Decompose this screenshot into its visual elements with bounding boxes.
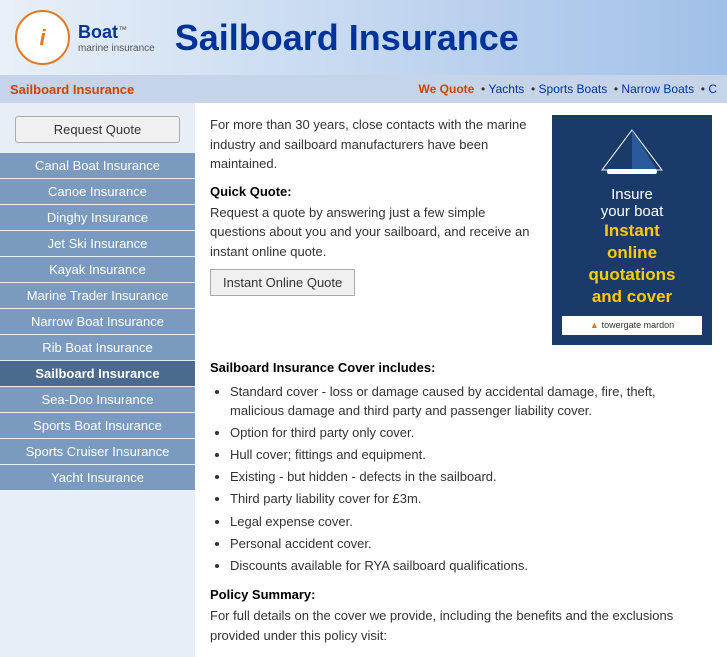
content-inner: For more than 30 years, close contacts w… (210, 115, 712, 345)
sidebar-item-canoe[interactable]: Canoe Insurance (0, 179, 195, 204)
policy-text: For full details on the cover we provide… (210, 606, 712, 645)
logo-tm: ™ (118, 24, 127, 34)
list-item: Discounts available for RYA sailboard qu… (230, 557, 712, 575)
ad-your-boat-text: your boat (562, 203, 702, 220)
request-quote-button[interactable]: Request Quote (15, 116, 181, 143)
sidebar-item-marine-trader[interactable]: Marine Trader Insurance (0, 283, 195, 308)
sidebar-item-sailboard[interactable]: Sailboard Insurance (0, 361, 195, 386)
list-item: Personal accident cover. (230, 535, 712, 553)
list-item: Option for third party only cover. (230, 424, 712, 442)
ad-instant-text: Instant online quotations and cover (562, 220, 702, 308)
sidebar-item-sports-boat[interactable]: Sports Boat Insurance (0, 413, 195, 438)
logo-area[interactable]: i Boat™ marine insurance (15, 10, 155, 65)
list-item: Third party liability cover for £3m. (230, 490, 712, 508)
logo-icon: i (15, 10, 70, 65)
nav-current-page: Sailboard Insurance (10, 82, 134, 97)
ad-brand-text: ▲ towergate mardon (562, 316, 702, 335)
nav-yachts-link[interactable]: Yachts (489, 82, 525, 96)
sidebar-item-kayak[interactable]: Kayak Insurance (0, 257, 195, 282)
policy-section: Policy Summary: For full details on the … (210, 587, 712, 645)
we-quote-label: We Quote (419, 82, 475, 96)
instant-quote-button[interactable]: Instant Online Quote (210, 269, 355, 296)
ad-insure-text: Insure (562, 186, 702, 203)
quick-quote-label: Quick Quote: (210, 184, 537, 199)
sidebar-item-jet-ski[interactable]: Jet Ski Insurance (0, 231, 195, 256)
sidebar-item-sports-cruiser[interactable]: Sports Cruiser Insurance (0, 439, 195, 464)
main-layout: Request Quote Canal Boat Insurance Canoe… (0, 103, 727, 657)
page-title: Sailboard Insurance (175, 17, 519, 59)
sidebar-item-narrow-boat[interactable]: Narrow Boat Insurance (0, 309, 195, 334)
list-item: Existing - but hidden - defects in the s… (230, 468, 712, 486)
boat-graphic (592, 125, 672, 175)
logo-text-group: Boat™ marine insurance (78, 22, 155, 54)
cover-list: Standard cover - loss or damage caused b… (210, 383, 712, 575)
nav-bar: Sailboard Insurance We Quote • Yachts • … (0, 75, 727, 103)
sidebar-item-yacht[interactable]: Yacht Insurance (0, 465, 195, 490)
policy-title: Policy Summary: (210, 587, 712, 602)
content-area: For more than 30 years, close contacts w… (195, 103, 727, 657)
nav-more-link[interactable]: C (708, 82, 717, 96)
intro-paragraph: For more than 30 years, close contacts w… (210, 115, 537, 174)
logo-boat-label: Boat (78, 22, 118, 42)
logo-subtitle: marine insurance (78, 43, 155, 54)
ad-inner: Insure your boat Instant online quotatio… (552, 115, 712, 345)
content-text: For more than 30 years, close contacts w… (210, 115, 537, 345)
sidebar-item-sea-doo[interactable]: Sea-Doo Insurance (0, 387, 195, 412)
page-header: i Boat™ marine insurance Sailboard Insur… (0, 0, 727, 75)
sidebar-item-dinghy[interactable]: Dinghy Insurance (0, 205, 195, 230)
sidebar-item-canal-boat[interactable]: Canal Boat Insurance (0, 153, 195, 178)
sidebar-item-rib-boat[interactable]: Rib Boat Insurance (0, 335, 195, 360)
cover-section: Sailboard Insurance Cover includes: Stan… (210, 360, 712, 575)
sidebar: Request Quote Canal Boat Insurance Canoe… (0, 103, 195, 657)
list-item: Hull cover; fittings and equipment. (230, 446, 712, 464)
nav-links: We Quote • Yachts • Sports Boats • Narro… (419, 82, 717, 96)
list-item: Standard cover - loss or damage caused b… (230, 383, 712, 419)
cover-title: Sailboard Insurance Cover includes: (210, 360, 712, 375)
nav-narrow-boats-link[interactable]: Narrow Boats (621, 82, 694, 96)
list-item: Legal expense cover. (230, 513, 712, 531)
logo-i-letter: i (39, 25, 45, 51)
quick-quote-desc: Request a quote by answering just a few … (210, 203, 537, 262)
nav-sports-boats-link[interactable]: Sports Boats (539, 82, 608, 96)
advertisement-box[interactable]: Insure your boat Instant online quotatio… (552, 115, 712, 345)
